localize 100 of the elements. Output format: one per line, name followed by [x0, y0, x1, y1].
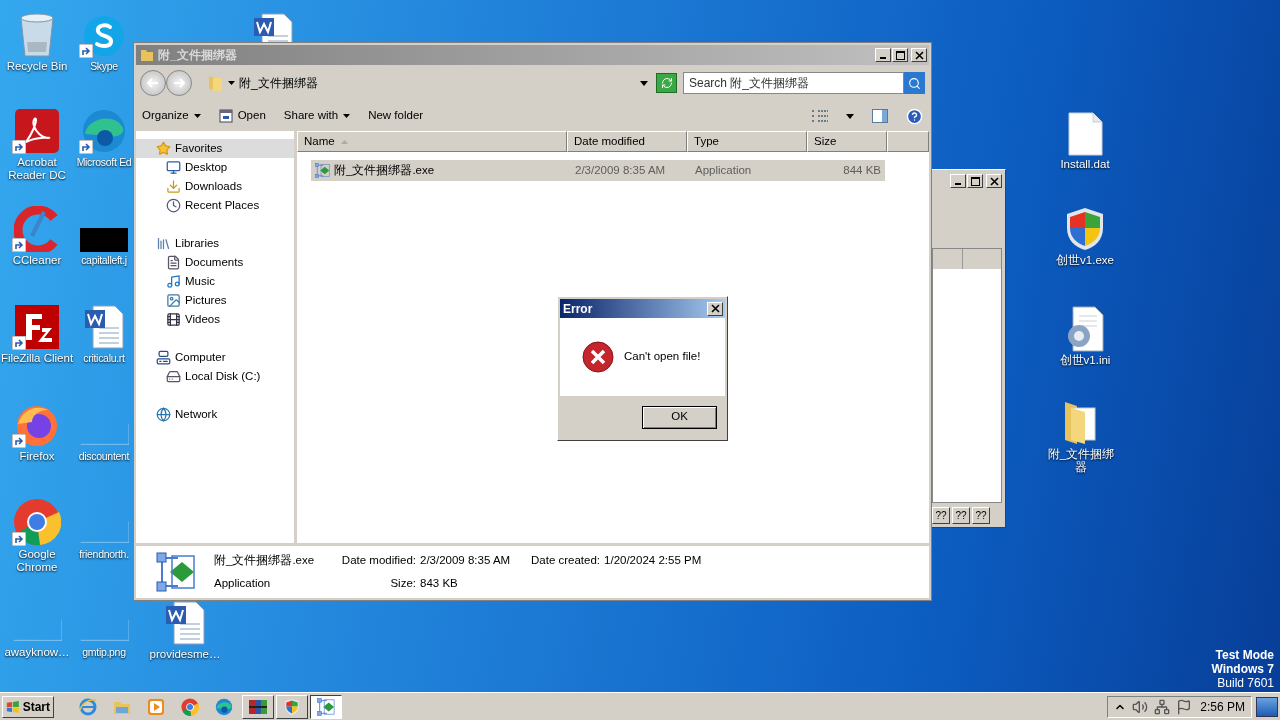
toolbar-button[interactable]: New folder	[368, 107, 424, 125]
diagram-app-icon	[317, 697, 335, 716]
globe-icon	[156, 407, 171, 422]
icon-label[interactable]: Install.dat	[1060, 158, 1110, 171]
help-icon[interactable]	[906, 107, 923, 125]
question-button[interactable]: ??	[932, 506, 950, 524]
tricolor-circle-icon	[13, 498, 61, 546]
icon-label[interactable]: 创世v1.exe	[1056, 254, 1114, 267]
refresh-button[interactable]	[656, 73, 677, 93]
details-label: Date modified:	[340, 553, 416, 568]
details-value: 2/3/2009 8:35 AM	[420, 553, 512, 568]
picture-icon	[166, 293, 181, 308]
document-icon	[166, 255, 181, 270]
question-button[interactable]: ??	[952, 506, 970, 524]
window-icon	[218, 109, 233, 123]
toolbar-button[interactable]: Open	[218, 107, 266, 125]
close-icon	[989, 176, 999, 186]
toolbar-button[interactable]: Share with	[283, 107, 351, 125]
books-icon	[156, 236, 171, 251]
nav-item[interactable]: Local Disk (C:)	[136, 367, 294, 386]
preview-pane-icon[interactable]	[872, 109, 888, 123]
nav-item[interactable]: Documents	[136, 253, 294, 272]
star-icon	[156, 141, 171, 156]
nav-item[interactable]: Desktop	[136, 158, 294, 177]
file-type: Application	[694, 162, 753, 178]
address-path: 附_文件捆绑器	[239, 75, 319, 92]
swirl-logo-icon	[81, 108, 127, 154]
dialog-message: Can't open file!	[624, 349, 701, 365]
tricolor-circle-icon	[181, 697, 199, 716]
icon-label[interactable]: 附_文件捆绑器	[1044, 448, 1118, 474]
shield-icon	[284, 697, 300, 716]
folder-icon	[140, 48, 154, 62]
arrow-right-icon	[173, 78, 185, 88]
file-size: 844 KB	[842, 162, 881, 178]
details-type: Application	[214, 576, 272, 592]
column-header[interactable]: Type	[687, 131, 807, 152]
folder-icon	[208, 74, 224, 92]
forward-button[interactable]	[166, 70, 192, 96]
play-icon	[147, 697, 165, 716]
flag-icon[interactable]	[1176, 698, 1192, 715]
back-button[interactable]	[140, 70, 166, 96]
ok-button[interactable]: OK	[642, 405, 717, 429]
maximize-button[interactable]	[967, 174, 983, 188]
file-name: 附_文件捆绑器.exe	[334, 162, 435, 178]
sort-arrow-icon	[340, 139, 348, 144]
windows-flag-icon	[6, 699, 20, 714]
close-icon	[710, 304, 720, 313]
column-header[interactable]: Size	[807, 131, 887, 152]
caret-icon	[343, 114, 351, 118]
search-button[interactable]	[904, 72, 925, 94]
minimize-button[interactable]	[950, 174, 966, 188]
caret-icon[interactable]	[846, 113, 854, 119]
maximize-button[interactable]	[892, 48, 908, 62]
minimize-button[interactable]	[875, 48, 891, 62]
nav-item[interactable]: Music	[136, 272, 294, 291]
speaker-icon[interactable]	[1132, 698, 1148, 715]
column-header[interactable]: Name	[297, 131, 567, 152]
arrow-left-icon	[147, 78, 159, 88]
network-icon[interactable]	[1154, 698, 1170, 715]
toolbar-button[interactable]: Organize	[142, 107, 201, 125]
error-icon	[582, 341, 614, 373]
caret-icon	[228, 81, 235, 85]
taskbar-button[interactable]	[310, 694, 342, 719]
ring-logo-icon	[79, 697, 97, 716]
nav-item[interactable]: Pictures	[136, 291, 294, 310]
window-title: 附_文件捆绑器	[158, 47, 238, 64]
column-header[interactable]: Date modified	[567, 131, 687, 152]
nav-item[interactable]: Videos	[136, 310, 294, 329]
close-button[interactable]	[707, 301, 723, 316]
view-list-icon[interactable]	[812, 110, 828, 122]
details-value: 843 KB	[420, 576, 459, 592]
books-stack-icon	[248, 697, 268, 716]
square-logo-icon	[14, 304, 60, 350]
os-notice-text: Build 7601	[1217, 676, 1274, 690]
question-button[interactable]: ??	[972, 506, 990, 524]
disk-drive-icon	[166, 369, 181, 384]
clock-icon	[166, 198, 181, 213]
nav-item[interactable]: Libraries	[136, 234, 294, 253]
icon-label[interactable]: 创世v1.ini	[1059, 354, 1111, 367]
file-date: 2/3/2009 8:35 AM	[574, 162, 667, 178]
dropdown-arrow-icon	[640, 80, 649, 86]
nav-item[interactable]: Computer	[136, 348, 294, 367]
os-notice-text: Windows 7	[1211, 662, 1274, 676]
start-button[interactable]: Start	[2, 695, 54, 718]
close-button[interactable]	[911, 48, 927, 62]
file-row[interactable]: 附_文件捆绑器.exe 2/3/2009 8:35 AM Application 844 KB	[311, 160, 885, 181]
search-field[interactable]: Search 附_文件捆绑器	[683, 72, 904, 94]
clock-time[interactable]: 2:56 PM	[1200, 697, 1245, 716]
nav-item[interactable]: Favorites	[136, 139, 294, 158]
close-icon	[914, 50, 924, 60]
close-button[interactable]	[986, 174, 1002, 188]
nav-item[interactable]: Downloads	[136, 177, 294, 196]
os-notice-text: Test Mode	[1215, 648, 1274, 662]
brush-logo-icon	[14, 206, 60, 252]
nav-item[interactable]: Recent Places	[136, 196, 294, 215]
show-desktop-button[interactable]	[1256, 696, 1278, 717]
nav-item[interactable]: Network	[136, 405, 294, 424]
caret-icon	[193, 114, 201, 118]
search-icon	[908, 76, 921, 90]
maximize-icon	[970, 176, 980, 186]
